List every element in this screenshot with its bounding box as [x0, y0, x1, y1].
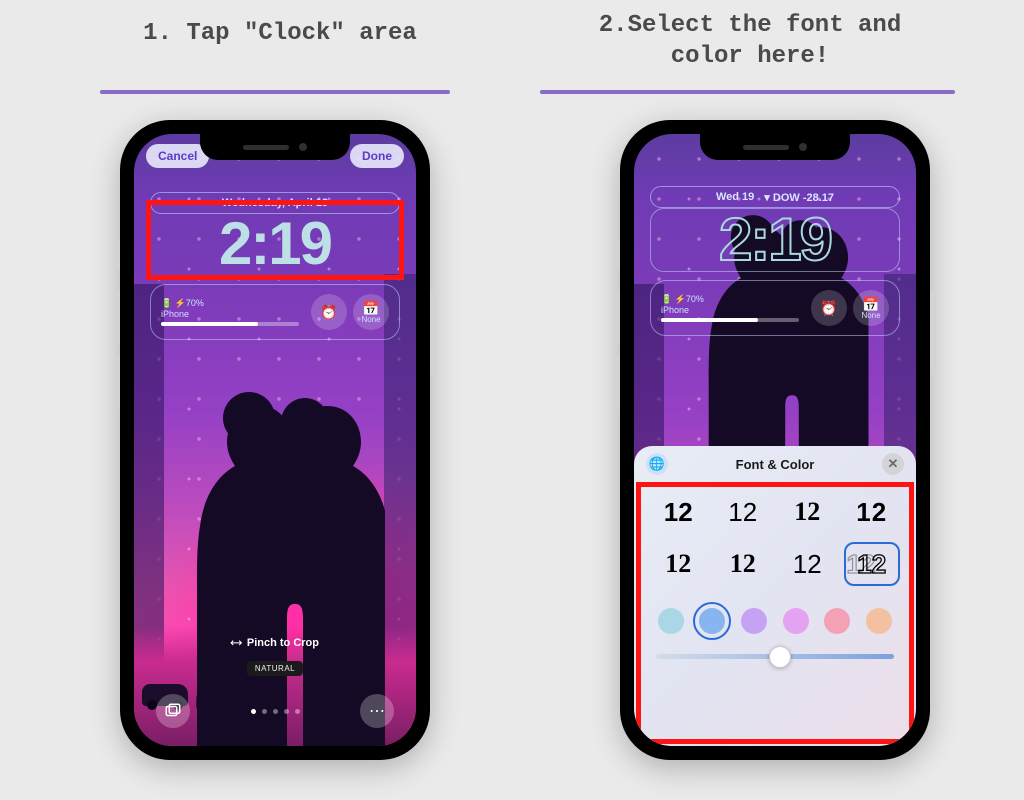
alarm-icon: ⏰: [320, 305, 337, 319]
globe-icon: 🌐: [649, 456, 665, 472]
slider-thumb[interactable]: [769, 646, 791, 668]
filter-natural-badge: NATURAL: [247, 661, 303, 676]
caption-2-underline: [540, 90, 955, 94]
more-button[interactable]: ⋯: [360, 694, 394, 728]
page-dots: [251, 709, 300, 714]
side-button-vol-up: [615, 290, 620, 345]
none-widget[interactable]: 📅 None: [853, 290, 889, 326]
color-row: [634, 592, 916, 640]
font-option-1[interactable]: 12: [650, 490, 707, 534]
font-grid: 12 12 12 12 12 12 12 12: [634, 482, 916, 592]
battery-pct: ⚡70%: [675, 294, 704, 304]
none-widget-label: None: [861, 311, 880, 320]
weight-slider[interactable]: [634, 640, 916, 669]
alarm-icon: ⏰: [820, 301, 837, 315]
side-button-power: [430, 290, 435, 375]
close-button[interactable]: ✕: [882, 453, 904, 475]
side-button-vol-down: [115, 355, 120, 410]
stock-label: ▾ DOW -28.17: [764, 191, 834, 204]
side-button-power: [930, 290, 935, 375]
color-swatch-2[interactable]: [699, 608, 725, 634]
lockscreen-1: Cancel Done Wednesday, April 19 2:19 🔋 ⚡…: [134, 134, 416, 746]
color-swatch-5[interactable]: [824, 608, 850, 634]
color-swatch-6[interactable]: [866, 608, 892, 634]
side-button-vol-down: [615, 355, 620, 410]
none-widget-label: None: [361, 315, 380, 324]
battery-device-label: iPhone: [161, 309, 299, 320]
battery-widget[interactable]: 🔋 ⚡70% iPhone: [161, 298, 305, 327]
widget-row[interactable]: 🔋 ⚡70% iPhone ⏰ 📅 None: [150, 284, 400, 340]
panel-title: Font & Color: [736, 457, 815, 472]
font-color-panel: 🌐 Font & Color ✕ 12 12 12 12 12 12 12 12: [634, 446, 916, 746]
highlight-clock-area: [146, 200, 404, 280]
font-option-2[interactable]: 12: [715, 490, 772, 534]
phone-mockup-2: Wed 19 ▾ DOW -28.17 2:19 🔋 ⚡70% iPhone ⏰…: [620, 120, 930, 760]
cancel-button[interactable]: Cancel: [146, 144, 209, 168]
color-swatch-3[interactable]: [741, 608, 767, 634]
pinch-to-crop-label: ⤢ Pinch to Crop: [134, 637, 416, 650]
clock-time: 2:19: [719, 210, 831, 270]
phone-notch: [200, 134, 350, 160]
step-2-caption: 2.Select the font and color here!: [540, 10, 960, 72]
font-option-6[interactable]: 12: [715, 542, 772, 586]
photos-button[interactable]: [156, 694, 190, 728]
lockscreen-2: Wed 19 ▾ DOW -28.17 2:19 🔋 ⚡70% iPhone ⏰…: [634, 134, 916, 746]
calendar-icon: 📅: [862, 297, 879, 311]
color-swatch-1[interactable]: [658, 608, 684, 634]
close-icon: ✕: [888, 456, 899, 472]
battery-pct: ⚡70%: [175, 298, 204, 308]
font-option-5[interactable]: 12: [650, 542, 707, 586]
globe-button[interactable]: 🌐: [646, 453, 668, 475]
caption-1-underline: [100, 90, 450, 94]
font-option-3[interactable]: 12: [779, 490, 836, 534]
font-option-7[interactable]: 12: [779, 542, 836, 586]
panel-header: 🌐 Font & Color ✕: [634, 446, 916, 482]
font-option-4[interactable]: 12: [844, 490, 901, 534]
step-1-caption: 1. Tap "Clock" area: [70, 20, 490, 47]
side-button-silent: [615, 240, 620, 270]
battery-device-label: iPhone: [661, 305, 799, 316]
alarm-widget[interactable]: ⏰: [311, 294, 347, 330]
none-widget[interactable]: 📅 None: [353, 294, 389, 330]
battery-widget[interactable]: 🔋 ⚡70% iPhone: [661, 294, 805, 323]
color-swatch-4[interactable]: [783, 608, 809, 634]
clock-area[interactable]: 2:19: [650, 208, 900, 272]
font-option-8[interactable]: 12: [844, 542, 901, 586]
done-button[interactable]: Done: [350, 144, 404, 168]
alarm-widget[interactable]: ⏰: [811, 290, 847, 326]
widget-row[interactable]: 🔋 ⚡70% iPhone ⏰ 📅 None: [650, 280, 900, 336]
date-widget[interactable]: Wed 19 ▾ DOW -28.17: [650, 186, 900, 208]
side-button-silent: [115, 240, 120, 270]
calendar-icon: 📅: [362, 301, 379, 315]
phone-mockup-1: Cancel Done Wednesday, April 19 2:19 🔋 ⚡…: [120, 120, 430, 760]
side-button-vol-up: [115, 290, 120, 345]
crop-icon: ⤢: [228, 636, 243, 651]
phone-notch: [700, 134, 850, 160]
date-label: Wed 19: [716, 191, 754, 203]
